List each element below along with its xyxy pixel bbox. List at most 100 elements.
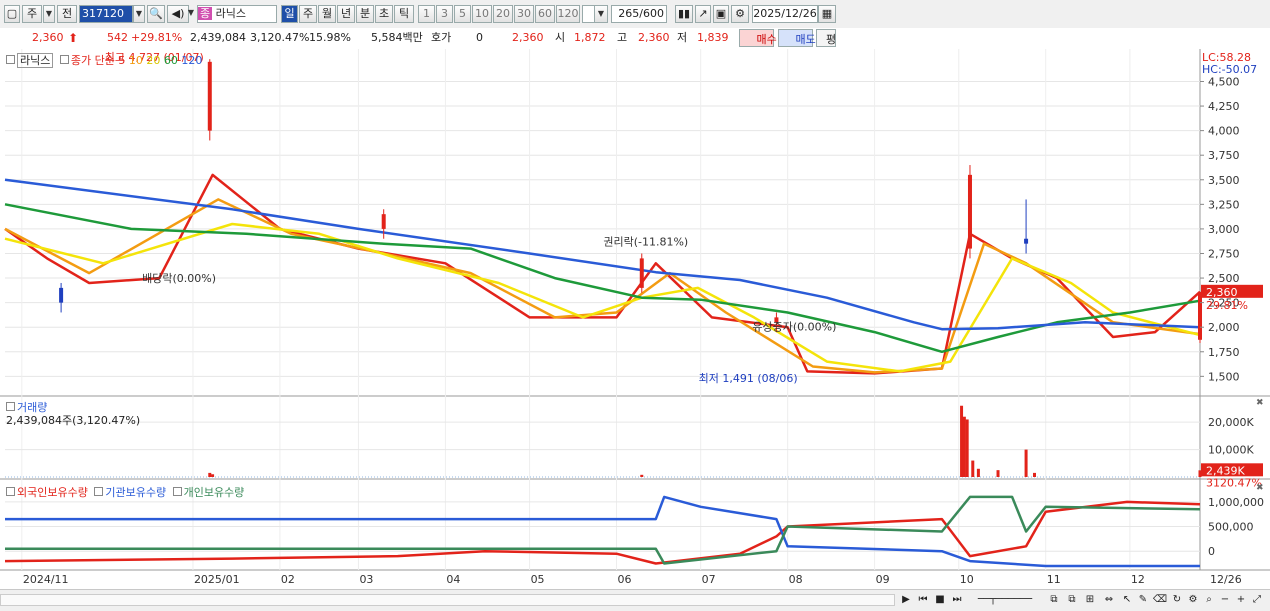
legend-price-type[interactable]: 종가 단순 [71,54,115,67]
play-icon[interactable]: ▶ [899,593,913,607]
minute-option-button[interactable]: 20 [493,5,513,23]
minute-option-button[interactable]: 1 [418,5,435,23]
chevron-down-icon[interactable]: ▼ [133,5,145,23]
period-second-button[interactable]: 초 [375,5,393,23]
checkbox-icon[interactable] [172,487,182,496]
chart-area[interactable]: 4,500 4,250 4,000 3,750 3,500 3,250 3,000 2,750… [0,49,1270,610]
checkbox-icon[interactable] [6,487,15,496]
volume-percent: 3,120.47% [250,31,310,44]
bar-count: 265 [618,7,640,20]
annotation-label: 권리락(-11.81%) [603,235,688,248]
x-tick-label: 09 [876,573,890,586]
candle-body [967,174,972,249]
bar-count-field[interactable]: 265/600 [611,5,667,23]
minute-option-button[interactable]: 30 [514,5,534,23]
zoom-reset-icon[interactable]: ⧉ [1064,593,1080,607]
close-icon[interactable]: ✖ [1256,483,1264,493]
low-label: 저 [677,31,688,44]
volume-subtitle: 2,439,084주(3,120.47%) [6,414,141,427]
period-label: 분 [359,7,371,20]
calendar-icon[interactable]: ▦ [818,5,836,23]
minute-option-button[interactable]: 5 [454,5,471,23]
candle-type-icon[interactable]: ▮▮ [675,5,693,23]
legend-ma120[interactable]: 120 [181,54,202,67]
chevron-down-icon[interactable]: ▼ [187,5,195,23]
legend-individual[interactable]: 개인보유수량 [184,486,245,499]
pen-icon[interactable]: ✎ [1136,593,1150,607]
period-label: 년 [340,7,352,20]
horizontal-scrollbar[interactable] [0,594,895,606]
minute-option-label: 120 [557,7,579,20]
save-icon[interactable]: ▣ [713,5,729,23]
bar-count-total: /600 [639,7,664,20]
legend-ma5[interactable]: 5 [118,54,125,67]
zoom-slider[interactable]: ──┬────── [970,593,1040,607]
legend-ma10[interactable]: 10 [129,54,143,67]
quote-label: 호가 [431,31,452,44]
eraser-icon[interactable]: ⌫ [1152,593,1168,607]
fast-forward-icon[interactable]: ⏭ [949,593,965,607]
y-tick-label: 4,500 [1208,75,1240,88]
stock-code-input[interactable]: 317120 [79,5,133,23]
checkbox-icon[interactable] [94,487,104,496]
tab-weekly-toggle[interactable]: 주 [22,5,42,23]
minute-option-label: 3 [441,7,448,20]
magnifier-icon[interactable]: ⌕ [1202,593,1216,607]
buy-button[interactable]: 매수 [739,29,777,47]
rewind-icon[interactable]: ⏮ [915,593,931,607]
checkbox-icon[interactable] [59,55,69,64]
minute-option-button[interactable]: 3 [436,5,453,23]
price-summary-row: 2,360 ⬆ 542 +29.81% 2,439,084 3,120.47% … [0,28,1270,50]
legend-stock-name[interactable]: 라닉스 [17,53,54,68]
average-button[interactable]: 평 [816,29,836,47]
minute-option-label: 5 [459,7,466,20]
x-tick-label: 11 [1047,573,1061,586]
period-minute-button[interactable]: 분 [356,5,374,23]
zoom-out-icon[interactable]: − [1218,593,1232,607]
minute-option-button[interactable]: 120 [556,5,580,23]
legend-ma60[interactable]: 60 [164,54,178,67]
chart-canvas[interactable]: 4,500 4,250 4,000 3,750 3,500 3,250 3,000 2,750… [0,49,1270,589]
zoom-in-icon[interactable]: + [1234,593,1248,607]
legend-institution[interactable]: 기관보유수량 [105,486,166,499]
layout-icon[interactable]: ▢ [4,5,20,23]
close-icon[interactable]: ✖ [1256,398,1264,408]
stop-icon[interactable]: ■ [933,593,947,607]
cursor-icon[interactable]: ↖ [1120,593,1134,607]
checkbox-icon[interactable] [6,55,15,64]
chevron-down-icon[interactable]: ▼ [43,5,55,23]
period-year-button[interactable]: 년 [337,5,355,23]
fullscreen-icon[interactable]: ⤢ [1250,593,1264,607]
legend-foreign[interactable]: 외국인보유수량 [17,486,88,499]
candle-body [59,287,64,303]
refresh-icon[interactable]: ↻ [1170,593,1184,607]
period-month-button[interactable]: 월 [318,5,336,23]
period-tick-button[interactable]: 틱 [394,5,414,23]
candle-body [381,214,386,229]
range-icon[interactable]: ⊞ [1082,593,1098,607]
tab-prev-toggle[interactable]: 전 [57,5,77,23]
y-tick-label: 4,000 [1208,125,1240,138]
ruler-icon[interactable]: ⇔ [1100,593,1118,607]
search-icon[interactable]: 🔍 [147,5,165,23]
speaker-icon[interactable]: ◀) [167,5,189,23]
open-label: 시 [555,31,566,44]
checkbox-icon[interactable] [6,402,15,411]
legend-ma20[interactable]: 20 [146,54,160,67]
settings-gear-icon[interactable]: ⚙ [731,5,749,23]
minute-option-button[interactable]: 60 [535,5,555,23]
date-field[interactable]: 2025/12/26 [752,5,818,23]
stock-name-field[interactable]: 종 라닉스 [197,5,277,23]
chevron-down-icon[interactable]: ▼ [594,5,608,23]
zoom-fit-icon[interactable]: ⧉ [1046,593,1062,607]
y-tick-label: 1,750 [1208,346,1240,359]
draw-tool-icon[interactable]: ↗ [695,5,711,23]
minute-option-button[interactable]: 10 [472,5,492,23]
low-price: 1,839 [697,31,729,44]
period-week-button[interactable]: 주 [299,5,317,23]
gear-icon[interactable]: ⚙ [1186,593,1200,607]
y-tick-label: 1,000,000 [1208,496,1264,509]
period-day-button[interactable]: 일 [281,5,298,23]
quote-value: 0 [476,31,483,44]
sell-button[interactable]: 매도 [778,29,816,47]
